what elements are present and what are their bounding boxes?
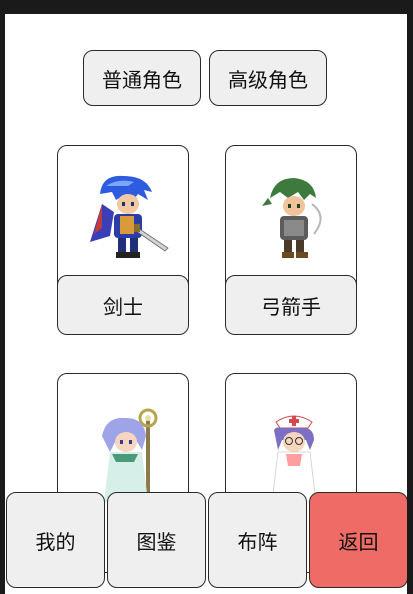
character-select-screen: 普通角色 高级角色 剑士 弓箭手 我的 图鉴 布阵 返回 — [5, 14, 407, 594]
nurse-sprite-icon — [271, 415, 317, 502]
bottom-nav: 我的 图鉴 布阵 返回 — [5, 492, 407, 594]
back-button[interactable]: 返回 — [309, 492, 407, 588]
character-label: 剑士 — [58, 275, 188, 334]
swordsman-sprite-icon — [90, 175, 169, 258]
nav-codex-button[interactable]: 图鉴 — [107, 492, 206, 588]
character-label: 弓箭手 — [226, 275, 356, 334]
nav-mine-button[interactable]: 我的 — [6, 492, 105, 588]
nav-formation-button[interactable]: 布阵 — [208, 492, 307, 588]
tab-advanced-characters[interactable]: 高级角色 — [209, 50, 327, 106]
archer-sprite-icon — [262, 178, 322, 258]
character-card-swordsman[interactable]: 剑士 — [57, 145, 189, 335]
mage-sprite-icon — [102, 408, 158, 502]
tab-normal-characters[interactable]: 普通角色 — [83, 50, 201, 106]
character-card-archer[interactable]: 弓箭手 — [225, 145, 357, 335]
